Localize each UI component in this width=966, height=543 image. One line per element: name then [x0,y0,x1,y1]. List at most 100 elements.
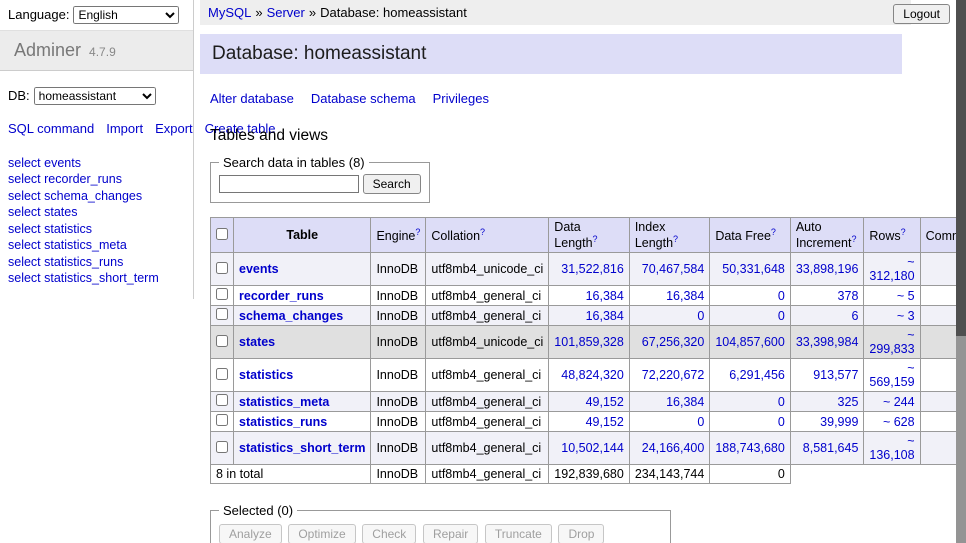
data-length-link[interactable]: 48,824,320 [561,368,624,382]
data-free-link[interactable]: 188,743,680 [715,441,785,455]
select-all-checkbox[interactable] [216,228,228,240]
auto-increment-link[interactable]: 6 [851,309,858,323]
selected-legend: Selected (0) [219,503,297,518]
total-label: 8 in total [211,465,371,484]
index-length-link[interactable]: 24,166,400 [642,441,705,455]
collation-cell: utf8mb4_general_ci [426,392,549,412]
help-link[interactable]: ? [673,234,678,244]
sidebar-item-select-statistics[interactable]: select statistics [8,221,185,238]
data-free-link[interactable]: 50,331,648 [722,262,785,276]
help-link[interactable]: ? [901,227,906,237]
column-label: Index Length [635,220,673,250]
index-length-link[interactable]: 16,384 [666,289,704,303]
auto-increment-link[interactable]: 378 [838,289,859,303]
data-free-link[interactable]: 0 [778,395,785,409]
sidebar-item-select-statistics-meta[interactable]: select statistics_meta [8,237,185,254]
table-link-statistics[interactable]: statistics [239,368,293,382]
data-length-link[interactable]: 10,502,144 [561,441,624,455]
rows-count-link[interactable]: ~ 5 [897,289,915,303]
db-select[interactable]: homeassistant [34,87,156,105]
engine-cell: InnoDB [371,359,426,392]
sidebar-item-select-statistics-short-term[interactable]: select statistics_short_term [8,270,185,287]
data-length-link[interactable]: 16,384 [586,309,624,323]
auto-increment-link[interactable]: 913,577 [813,368,858,382]
breadcrumb-server-link[interactable]: Server [267,5,305,20]
sidebar-item-select-statistics-runs[interactable]: select statistics_runs [8,254,185,271]
auto-increment-link[interactable]: 8,581,645 [803,441,859,455]
row-checkbox[interactable] [216,335,228,347]
data-free-link[interactable]: 104,857,600 [715,335,785,349]
table-link-statistics-runs[interactable]: statistics_runs [239,415,327,429]
analyze-button[interactable]: Analyze [219,524,282,543]
rows-count-link[interactable]: ~ 569,159 [869,361,914,389]
vertical-scrollbar[interactable] [956,0,966,543]
sidebar-item-select-states[interactable]: select states [8,204,185,221]
data-length-link[interactable]: 31,522,816 [561,262,624,276]
row-checkbox[interactable] [216,262,228,274]
search-button[interactable]: Search [363,174,421,194]
help-link[interactable]: ? [771,227,776,237]
table-link-statistics-meta[interactable]: statistics_meta [239,395,329,409]
data-free-link[interactable]: 6,291,456 [729,368,785,382]
rows-count-link[interactable]: ~ 244 [883,395,915,409]
app-title: Adminer 4.7.9 [0,30,193,71]
rows-count-link[interactable]: ~ 136,108 [869,434,914,462]
auto-increment-link[interactable]: 325 [838,395,859,409]
alter-database-link[interactable]: Alter database [210,91,294,106]
check-button[interactable]: Check [362,524,416,543]
row-checkbox[interactable] [216,288,228,300]
language-select[interactable]: English [73,6,179,24]
index-length-link[interactable]: 70,467,584 [642,262,705,276]
auto-increment-link[interactable]: 33,898,196 [796,262,859,276]
sidebar-item-select-schema-changes[interactable]: select schema_changes [8,188,185,205]
sql-command-link[interactable]: SQL command [8,121,94,136]
data-free-link[interactable]: 0 [778,309,785,323]
sidebar-item-select-events[interactable]: select events [8,155,185,172]
row-checkbox[interactable] [216,368,228,380]
auto-increment-link[interactable]: 33,398,984 [796,335,859,349]
index-length-link[interactable]: 67,256,320 [642,335,705,349]
index-length-link[interactable]: 72,220,672 [642,368,705,382]
rows-count-link[interactable]: ~ 312,180 [869,255,914,283]
sidebar-item-select-recorder-runs[interactable]: select recorder_runs [8,171,185,188]
index-length-link[interactable]: 0 [697,415,704,429]
repair-button[interactable]: Repair [423,524,478,543]
export-link[interactable]: Export [155,121,193,136]
logout-button[interactable]: Logout [893,4,950,24]
rows-count-link[interactable]: ~ 299,833 [869,328,914,356]
data-length-link[interactable]: 49,152 [586,415,624,429]
table-link-states[interactable]: states [239,335,275,349]
data-length-link[interactable]: 16,384 [586,289,624,303]
drop-button[interactable]: Drop [558,524,604,543]
scrollbar-thumb[interactable] [956,0,966,336]
truncate-button[interactable]: Truncate [485,524,552,543]
breadcrumb-mysql-link[interactable]: MySQL [208,5,251,20]
import-link[interactable]: Import [106,121,143,136]
index-length-link[interactable]: 0 [697,309,704,323]
column-header-table: Table [234,218,371,253]
rows-count-link[interactable]: ~ 628 [883,415,915,429]
row-checkbox[interactable] [216,394,228,406]
database-schema-link[interactable]: Database schema [311,91,416,106]
search-input[interactable] [219,175,359,193]
help-link[interactable]: ? [415,227,420,237]
table-link-events[interactable]: events [239,262,279,276]
table-link-recorder-runs[interactable]: recorder_runs [239,289,324,303]
help-link[interactable]: ? [851,234,856,244]
help-link[interactable]: ? [593,234,598,244]
auto-increment-link[interactable]: 39,999 [820,415,858,429]
optimize-button[interactable]: Optimize [288,524,355,543]
table-link-statistics-short-term[interactable]: statistics_short_term [239,441,365,455]
table-link-schema-changes[interactable]: schema_changes [239,309,343,323]
data-length-link[interactable]: 49,152 [586,395,624,409]
privileges-link[interactable]: Privileges [433,91,489,106]
row-checkbox[interactable] [216,414,228,426]
help-link[interactable]: ? [480,227,485,237]
row-checkbox[interactable] [216,441,228,453]
index-length-link[interactable]: 16,384 [666,395,704,409]
data-length-link[interactable]: 101,859,328 [554,335,624,349]
data-free-link[interactable]: 0 [778,415,785,429]
row-checkbox[interactable] [216,308,228,320]
data-free-link[interactable]: 0 [778,289,785,303]
rows-count-link[interactable]: ~ 3 [897,309,915,323]
